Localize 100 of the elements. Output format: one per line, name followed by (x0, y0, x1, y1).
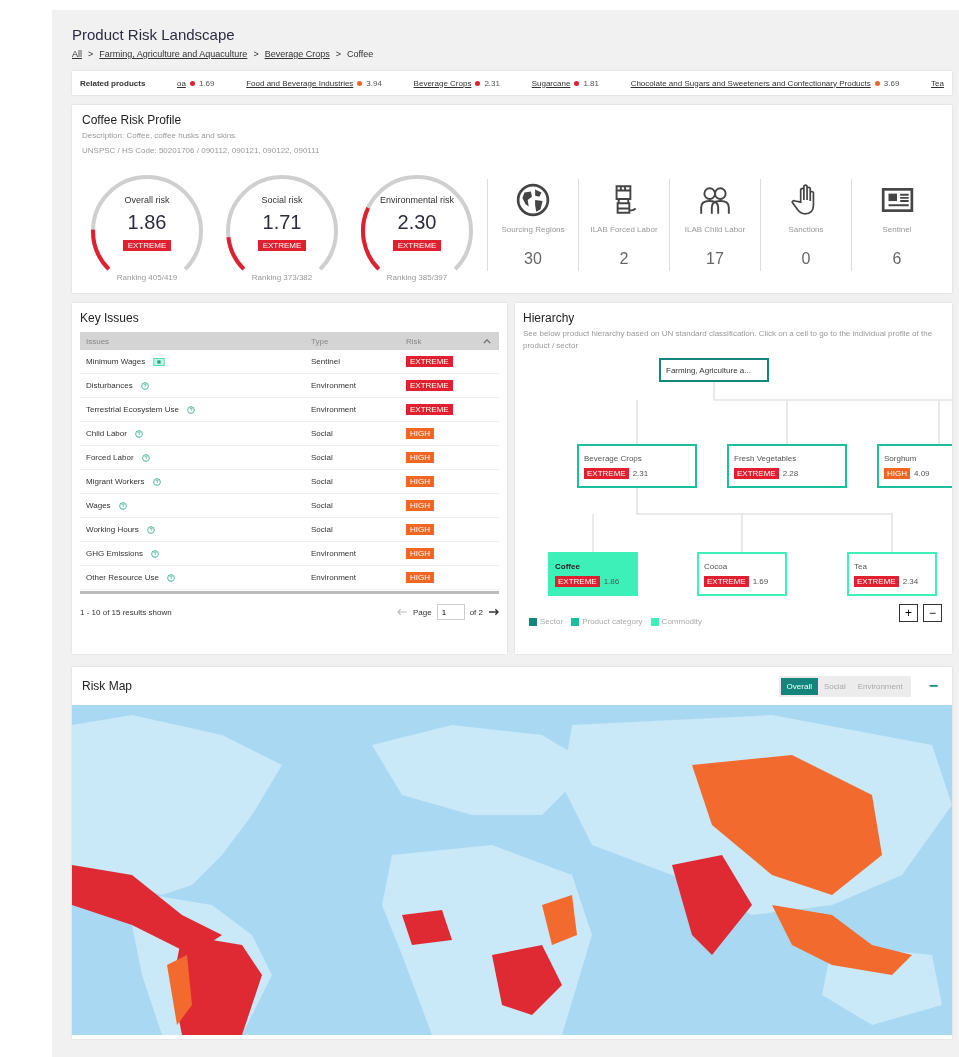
risk-badge: HIGH (406, 476, 434, 487)
collapse-button[interactable]: − (924, 677, 942, 695)
issue-type: Social (311, 453, 334, 462)
risk-badge: HIGH (884, 467, 910, 479)
tree-node[interactable]: Coffee EXTREME 1.86 (548, 552, 638, 596)
node-label: Coffee (555, 561, 581, 571)
gauge-value: 1.86 (127, 211, 167, 234)
risk-badge: HIGH (406, 524, 434, 535)
issue-type: Social (311, 477, 334, 486)
breadcrumb-separator: > (253, 49, 259, 59)
risk-score: 1.81 (583, 78, 599, 88)
related-product-link[interactable]: Sugarcane (531, 78, 571, 88)
node-label: Cocoa (704, 561, 729, 571)
issue-type: Environment (311, 405, 357, 414)
risk-badge: HIGH (406, 500, 434, 511)
related-product-link[interactable]: Beverage Crops (413, 78, 472, 88)
risk-score: 2.28 (782, 468, 799, 478)
page-total: of 2 (469, 607, 483, 617)
related-product-link[interactable]: oa (177, 78, 186, 88)
related-products-label: Related products (80, 78, 146, 88)
card-title: Key Issues (80, 311, 140, 325)
risk-badge: EXTREME (734, 467, 779, 479)
risk-score: 2.31 (632, 468, 649, 478)
issue-name: Terrestrial Ecosystem Use (86, 405, 179, 414)
breadcrumb-link[interactable]: Beverage Crops (264, 49, 330, 59)
risk-score: 1.86 (603, 576, 620, 586)
page-input[interactable]: 1 (436, 604, 465, 620)
results-summary: 1 - 10 of 15 results shown (80, 607, 172, 617)
stat-label: ILAB Forced Labor (590, 225, 658, 234)
issue-name: Migrant Workers (86, 477, 145, 486)
breadcrumb-separator: > (335, 49, 341, 59)
issue-name: Minimum Wages (86, 357, 146, 366)
zoom-in-button[interactable]: + (899, 604, 918, 622)
issue-name: Child Labor (86, 429, 127, 438)
stat-label: Sanctions (788, 225, 824, 234)
risk-badge: HIGH (406, 428, 434, 439)
risk-score: 1.69 (198, 78, 215, 88)
issue-type: Social (311, 429, 334, 438)
related-product-link[interactable]: Food and Beverage Industries (246, 78, 354, 88)
risk-badge: EXTREME (854, 575, 899, 587)
risk-score: 3.69 (883, 78, 900, 88)
stat-value: 30 (524, 250, 542, 268)
issue-name: Forced Labor (86, 453, 134, 462)
risk-badge: EXTREME (122, 240, 172, 251)
legend-label: Commodity (661, 617, 703, 626)
risk-badge: HIGH (406, 452, 434, 463)
gauge-label: Environmental risk (380, 195, 454, 205)
node-label: Fresh Vegetables (734, 453, 798, 463)
node-label: Sorghum (884, 453, 918, 463)
issue-name: GHG Emissions (86, 549, 143, 558)
issue-type: Environment (311, 381, 357, 390)
risk-badge: EXTREME (406, 404, 453, 415)
page-label: Page (412, 607, 432, 617)
gauge-label: Social risk (261, 195, 303, 205)
related-product-link[interactable]: Tea (931, 78, 944, 88)
description-text: Description: Coffee, coffee husks and skins. (82, 130, 239, 142)
gauge-value: 2.30 (397, 211, 437, 234)
tree-node[interactable]: Tea EXTREME 2.34 (847, 552, 937, 596)
stat-label: ILAB Child Labor (684, 225, 746, 234)
risk-badge: EXTREME (392, 240, 442, 251)
risk-score: 4.09 (914, 468, 930, 478)
tree-node[interactable]: Farming, Agriculture a... (659, 358, 769, 382)
risk-badge: EXTREME (257, 240, 307, 251)
tree-node[interactable]: Beverage Crops EXTREME 2.31 (577, 444, 697, 488)
tree-node[interactable]: Sorghum HIGH 4.09 (877, 444, 952, 488)
description-text: See below product hierarchy based on UN standard classification. Click on a cell to go to the individual profile of the product / sector (523, 328, 934, 352)
issue-name: Other Resource Use (86, 573, 159, 582)
tree-node[interactable]: Cocoa EXTREME 1.69 (697, 552, 787, 596)
card-title: Risk Map (82, 679, 132, 693)
risk-badge: EXTREME (704, 575, 749, 587)
issue-type: Environment (311, 573, 357, 582)
issue-type: Social (311, 525, 334, 534)
stat-value: 17 (706, 250, 724, 268)
breadcrumb-link[interactable]: Farming, Agriculture and Aquaculture (99, 49, 248, 59)
risk-badge: HIGH (406, 548, 434, 559)
tree-node[interactable]: Fresh Vegetables EXTREME 2.28 (727, 444, 847, 488)
issue-type: Social (311, 501, 334, 510)
risk-badge: EXTREME (406, 356, 453, 367)
breadcrumb-current: Coffee (346, 49, 374, 59)
card-title: Hierarchy (523, 311, 576, 325)
node-label: Beverage Crops (584, 453, 643, 463)
zoom-out-button[interactable]: − (923, 604, 942, 622)
risk-badge: EXTREME (406, 380, 453, 391)
risk-badge: EXTREME (555, 575, 600, 587)
related-product-link[interactable]: Chocolate and Sugars and Sweeteners and Confectionary Products (630, 78, 871, 88)
map-tab[interactable]: Overall (780, 677, 818, 695)
legend-label: Product category (582, 617, 643, 626)
breadcrumb-separator: > (88, 49, 94, 59)
issue-type: Environment (311, 549, 357, 558)
issue-name: Working Hours (86, 525, 139, 534)
page-title: Product Risk Landscape (72, 26, 236, 43)
stat-value: 6 (892, 250, 902, 268)
risk-badge: HIGH (406, 572, 434, 583)
stat-value: 0 (801, 250, 811, 268)
breadcrumb-link[interactable]: All (72, 49, 82, 59)
issue-type: Sentinel (311, 357, 341, 366)
code-text: UNSPSC / HS Code: 50201706 / 090112, 090121, 090122, 090111 (82, 145, 321, 157)
ranking-text: Ranking 405/419 (116, 273, 178, 282)
issue-name: Disturbances (86, 381, 133, 390)
stat-value: 2 (619, 250, 629, 268)
